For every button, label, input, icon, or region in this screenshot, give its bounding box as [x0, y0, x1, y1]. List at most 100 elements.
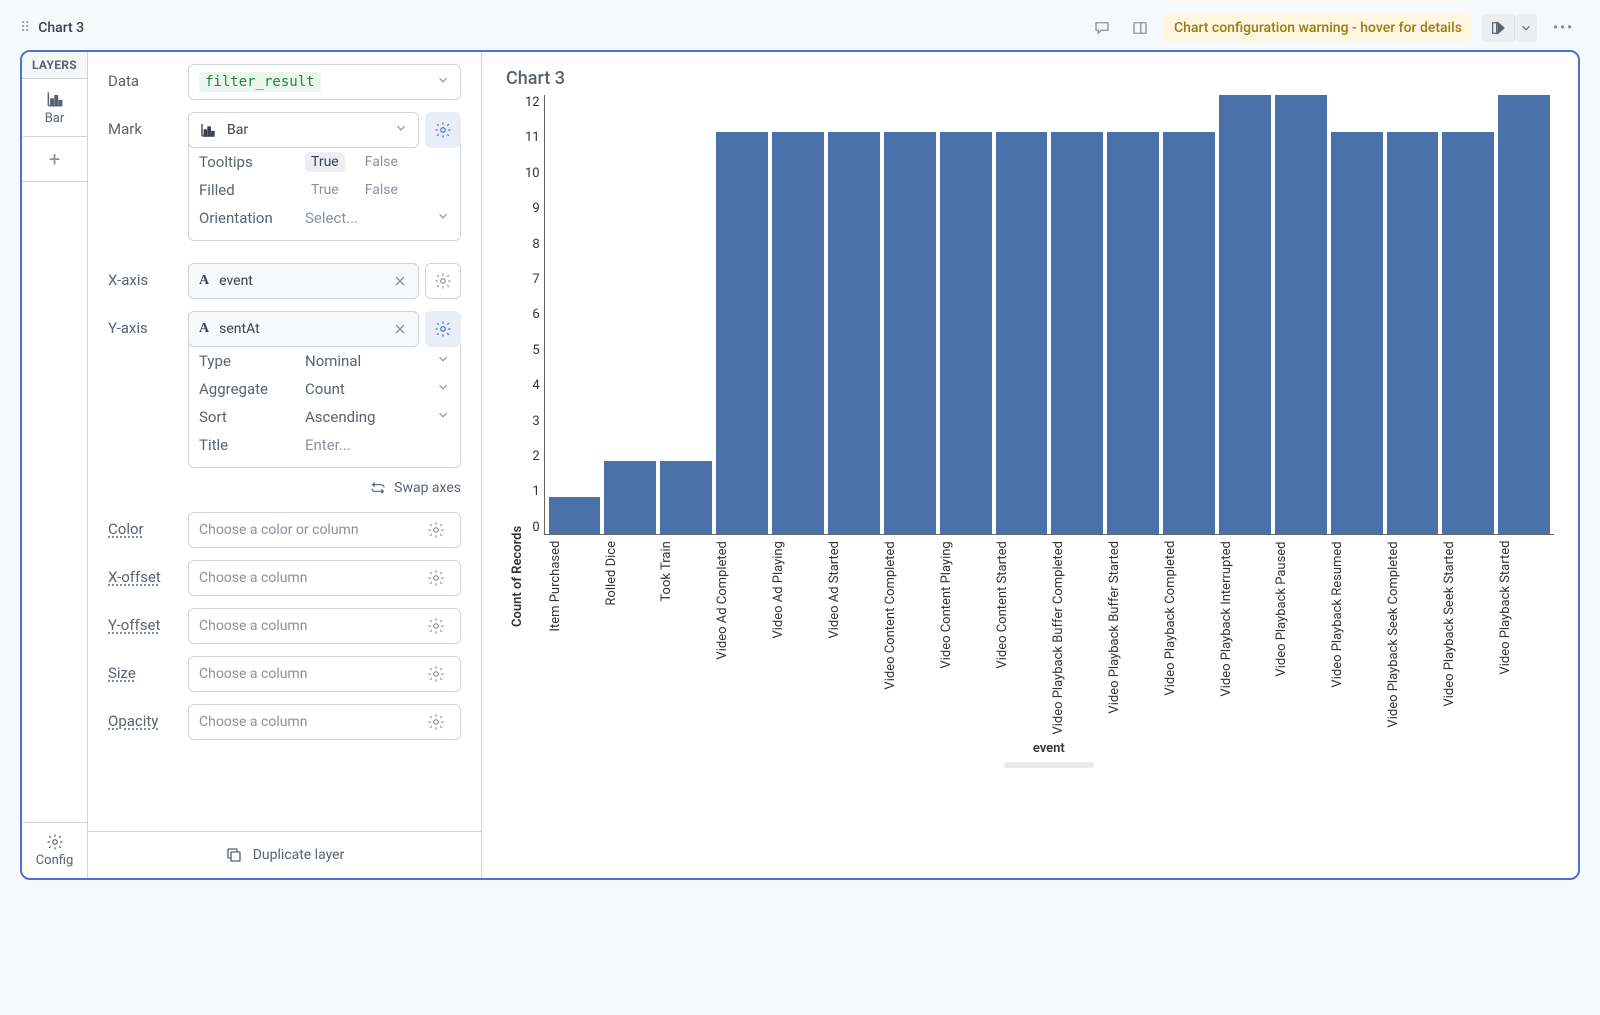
xoffset-label[interactable]: X-offset: [108, 560, 172, 586]
run-button[interactable]: [1482, 14, 1515, 42]
gear-icon[interactable]: [422, 569, 450, 587]
gear-icon[interactable]: [422, 665, 450, 683]
chart-bar: [996, 132, 1048, 534]
chart-bar: [940, 132, 992, 534]
text-type-icon: A: [199, 321, 209, 337]
drag-handle-icon[interactable]: ⠿: [20, 20, 28, 36]
layer-item-bar[interactable]: Bar: [22, 79, 87, 137]
text-type-icon: A: [199, 273, 209, 289]
size-label[interactable]: Size: [108, 656, 172, 682]
filled-label: Filled: [199, 181, 305, 199]
color-label[interactable]: Color: [108, 512, 172, 538]
swap-axes-label: Swap axes: [394, 480, 461, 496]
chart-bar: [1498, 95, 1550, 534]
chart-preview-column: Chart 3 Count of Records 121110987654321…: [482, 52, 1578, 878]
side-panel-icon[interactable]: [1126, 14, 1154, 42]
x-axis-value: event: [219, 273, 253, 289]
form-column: Data filter_result Mark: [88, 52, 482, 878]
bar-icon: [199, 121, 217, 139]
chevron-down-icon: [436, 73, 450, 91]
mark-settings-button[interactable]: [425, 112, 461, 148]
chevron-down-icon: [436, 209, 450, 227]
color-input[interactable]: Choose a color or column: [188, 512, 461, 548]
filled-toggle[interactable]: True False: [305, 180, 404, 200]
mark-type-select[interactable]: Bar: [188, 112, 419, 148]
layers-column: LAYERS Bar + Config: [22, 52, 88, 878]
y-axis-title: Count of Records: [506, 95, 525, 858]
y-type-label: Type: [199, 352, 305, 370]
x-tick-label: Video Playback Completed: [1163, 541, 1215, 735]
y-aggregate-label: Aggregate: [199, 380, 305, 398]
clear-icon[interactable]: [392, 321, 408, 337]
gear-icon[interactable]: [422, 521, 450, 539]
y-axis-value: sentAt: [219, 321, 260, 337]
chart-bar: [772, 132, 824, 534]
y-sort-select[interactable]: Ascending: [305, 408, 375, 426]
x-tick-label: Video Playback Interrupted: [1219, 541, 1271, 735]
duplicate-layer-button[interactable]: Duplicate layer: [88, 831, 481, 878]
data-source-value: filter_result: [199, 72, 321, 92]
x-tick-label: Video Playback Started: [1498, 541, 1550, 735]
x-axis-ticks: Item PurchasedRolled DiceTook TrainVideo…: [544, 535, 1554, 735]
tooltips-toggle[interactable]: True False: [305, 152, 404, 172]
chart-warning-banner[interactable]: Chart configuration warning - hover for …: [1164, 14, 1472, 42]
chart-bar: [1442, 132, 1494, 534]
chart-bars: [544, 95, 1554, 535]
y-type-select[interactable]: Nominal: [305, 352, 361, 370]
chart-editor-card: LAYERS Bar + Config Data filter_result: [20, 50, 1580, 880]
x-tick-label: Video Content Completed: [883, 541, 935, 735]
x-tick-label: Video Ad Completed: [715, 541, 767, 735]
swap-axes-button[interactable]: Swap axes: [108, 480, 461, 496]
size-input[interactable]: Choose a column: [188, 656, 461, 692]
chart-bar: [884, 132, 936, 534]
chart-bar: [604, 461, 656, 534]
chart-bar: [1051, 132, 1103, 534]
chart-bar: [1331, 132, 1383, 534]
chart-bar: [549, 497, 601, 534]
chart-title: Chart 3: [506, 68, 1554, 89]
x-tick-label: Video Playback Paused: [1274, 541, 1326, 735]
x-scrollbar[interactable]: [1004, 762, 1094, 768]
x-axis-label: X-axis: [108, 263, 172, 289]
x-tick-label: Video Content Started: [995, 541, 1047, 735]
chart-bar: [1163, 132, 1215, 534]
tooltips-label: Tooltips: [199, 153, 305, 171]
y-axis-subpanel: Type Nominal Aggregate Count Sort: [188, 341, 461, 468]
comment-icon[interactable]: [1088, 14, 1116, 42]
chevron-down-icon: [436, 380, 450, 398]
x-tick-label: Video Ad Playing: [771, 541, 823, 735]
orientation-select[interactable]: Select...: [305, 209, 358, 227]
y-aggregate-select[interactable]: Count: [305, 380, 345, 398]
clear-icon[interactable]: [392, 273, 408, 289]
config-button[interactable]: Config: [22, 822, 87, 878]
x-axis-title: event: [544, 741, 1554, 756]
y-title-input[interactable]: Enter...: [305, 436, 351, 454]
layers-header: LAYERS: [22, 52, 87, 79]
chart-bar: [1275, 95, 1327, 534]
y-axis-field[interactable]: AsentAt: [188, 311, 419, 347]
run-menu-button[interactable]: [1515, 14, 1537, 42]
chart-bar: [660, 461, 712, 534]
x-axis-settings-button[interactable]: [425, 263, 461, 299]
add-layer-button[interactable]: +: [22, 137, 87, 182]
more-menu-icon[interactable]: •••: [1547, 14, 1580, 42]
chart-bar: [716, 132, 768, 534]
orientation-label: Orientation: [199, 209, 305, 227]
x-tick-label: Video Content Playing: [939, 541, 991, 735]
x-tick-label: Video Ad Started: [827, 541, 879, 735]
cell-title: Chart 3: [38, 20, 84, 36]
data-source-select[interactable]: filter_result: [188, 64, 461, 100]
opacity-label[interactable]: Opacity: [108, 704, 172, 730]
gear-icon[interactable]: [422, 713, 450, 731]
y-sort-label: Sort: [199, 408, 305, 426]
y-axis-settings-button[interactable]: [425, 311, 461, 347]
x-axis-field[interactable]: Aevent: [188, 263, 419, 299]
y-title-label: Title: [199, 436, 305, 454]
yoffset-label[interactable]: Y-offset: [108, 608, 172, 634]
yoffset-input[interactable]: Choose a column: [188, 608, 461, 644]
xoffset-input[interactable]: Choose a column: [188, 560, 461, 596]
opacity-input[interactable]: Choose a column: [188, 704, 461, 740]
mark-subpanel: Tooltips True False Filled True: [188, 142, 461, 241]
y-axis-ticks: 1211109876543210: [525, 95, 544, 535]
gear-icon[interactable]: [422, 617, 450, 635]
